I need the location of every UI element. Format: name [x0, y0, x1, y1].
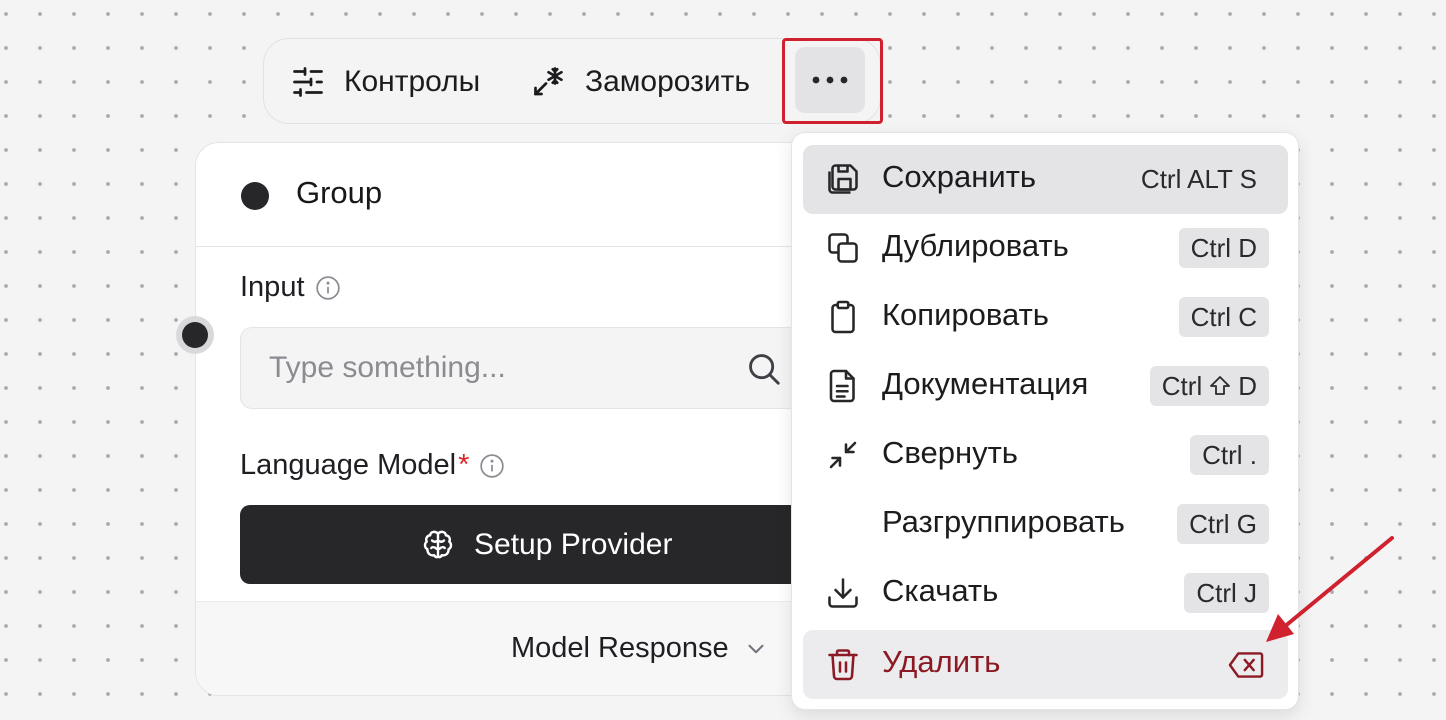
shortcut-badge: Ctrl J [1184, 573, 1269, 613]
menu-item-minimize[interactable]: Свернуть Ctrl . [803, 421, 1288, 490]
node-title: Group [296, 175, 383, 210]
menu-item-label: Разгруппировать [882, 504, 1125, 539]
input-text-field[interactable] [269, 348, 709, 388]
menu-item-ungroup[interactable]: Разгруппировать Ctrl G [803, 490, 1288, 559]
ellipsis-icon [812, 76, 848, 84]
backspace-icon [1228, 652, 1264, 678]
shortcut-badge: Ctrl . [1190, 435, 1269, 475]
node-footer: Model Response [196, 601, 814, 695]
menu-item-label: Свернуть [882, 435, 1018, 470]
freeze-icon [534, 67, 563, 96]
info-icon[interactable] [479, 453, 505, 479]
menu-item-delete[interactable]: Удалить [803, 630, 1288, 699]
input-connection-handle[interactable] [176, 316, 214, 354]
shortcut-badge: Ctrl D [1149, 366, 1269, 406]
input-field-label: Input [240, 271, 341, 304]
trash-icon [828, 649, 858, 681]
setup-provider-label: Setup Provider [474, 527, 673, 561]
minimize-icon [829, 441, 857, 469]
input-label-text: Input [240, 271, 305, 303]
shortcut-suffix: D [1238, 370, 1257, 401]
shift-key-icon [1210, 376, 1231, 395]
language-model-label: Language Model * [240, 449, 505, 482]
download-icon [828, 578, 858, 608]
menu-item-label: Удалить [882, 644, 1001, 679]
controls-button[interactable]: Контролы [290, 39, 480, 125]
shortcut-badge: Ctrl G [1177, 504, 1269, 544]
menu-item-documentation[interactable]: Документация Ctrl D [803, 352, 1288, 421]
info-icon[interactable] [315, 275, 341, 301]
node-header: Group [196, 143, 814, 247]
model-response-label: Model Response [511, 632, 729, 664]
freeze-label: Заморозить [585, 65, 751, 98]
node-toolbar: Контролы Заморозить [263, 38, 881, 124]
group-node-card[interactable]: Group Input Language Model * Setup Provi… [195, 142, 815, 696]
document-icon [829, 369, 855, 403]
language-model-label-text: Language Model [240, 449, 457, 481]
handle-dot [182, 322, 208, 348]
menu-item-label: Копировать [882, 297, 1049, 332]
node-status-dot [241, 182, 269, 210]
menu-item-label: Документация [882, 366, 1089, 401]
more-options-button[interactable] [795, 47, 865, 113]
required-asterisk: * [458, 449, 470, 481]
chevron-down-icon [748, 644, 764, 653]
sliders-icon [293, 67, 323, 97]
clipboard-icon [831, 300, 855, 334]
menu-item-label: Скачать [882, 573, 999, 608]
shortcut-badge: Ctrl D [1178, 228, 1269, 268]
menu-item-download[interactable]: Скачать Ctrl J [803, 559, 1288, 628]
menu-item-label: Дублировать [882, 228, 1069, 263]
shortcut-prefix: Ctrl [1161, 370, 1203, 401]
menu-item-save[interactable]: Сохранить Ctrl ALT S [803, 145, 1288, 214]
input-box [240, 327, 814, 409]
menu-item-duplicate[interactable]: Дублировать Ctrl D [803, 214, 1288, 283]
shortcut-badge: Ctrl ALT S [1140, 163, 1257, 194]
menu-item-label: Сохранить [882, 159, 1037, 194]
menu-item-copy[interactable]: Копировать Ctrl C [803, 283, 1288, 352]
controls-label: Контролы [344, 65, 481, 98]
model-response-toggle[interactable]: Model Response [511, 632, 769, 665]
search-icon[interactable] [745, 350, 783, 388]
freeze-button[interactable]: Заморозить [531, 39, 750, 125]
duplicate-icon [828, 233, 858, 263]
more-options-menu: Сохранить Ctrl ALT S Дублировать Ctrl D … [791, 132, 1299, 710]
save-icon [828, 164, 858, 194]
brain-icon [423, 530, 453, 558]
setup-provider-button[interactable]: Setup Provider [240, 505, 814, 584]
shortcut-badge: Ctrl C [1178, 297, 1269, 337]
